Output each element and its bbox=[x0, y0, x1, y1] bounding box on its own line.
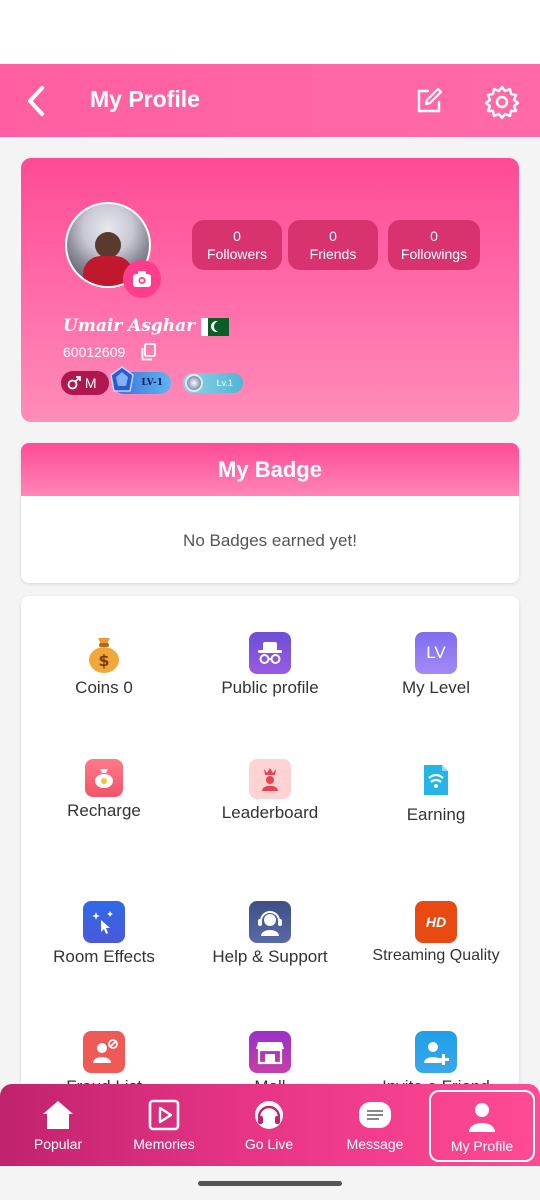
menu-item-leaderboard[interactable]: Leaderboard bbox=[187, 759, 353, 823]
battery-level: 73% bbox=[466, 22, 500, 39]
hd-icon: HD bbox=[415, 901, 457, 943]
user-level-label: LV-1 bbox=[141, 378, 163, 388]
bottom-navigation: Popular Memories Go Live Message My Prof… bbox=[0, 1084, 540, 1166]
male-symbol-icon bbox=[67, 376, 81, 390]
followers-label: Followers bbox=[207, 246, 267, 262]
fraud-list-icon bbox=[83, 1031, 125, 1073]
app-bar: My Profile bbox=[0, 64, 540, 137]
menu-label-public-profile: Public profile bbox=[221, 678, 319, 697]
nav-label-my-profile: My Profile bbox=[450, 1138, 514, 1154]
nav-label-popular: Popular bbox=[33, 1136, 83, 1152]
room-effects-icon bbox=[83, 901, 125, 943]
menu-item-earning[interactable]: Earning bbox=[353, 759, 519, 825]
menu-item-coins[interactable]: $ Coins 0 bbox=[21, 632, 187, 698]
earning-icon bbox=[415, 759, 457, 801]
edit-profile-button[interactable] bbox=[414, 86, 444, 116]
play-icon bbox=[147, 1098, 181, 1132]
copy-id-button[interactable] bbox=[141, 343, 156, 361]
camera-icon bbox=[133, 271, 151, 287]
menu-label-coins: Coins 0 bbox=[75, 678, 133, 697]
menu-item-public-profile[interactable]: Public profile bbox=[187, 632, 353, 698]
friends-stat[interactable]: 0 Friends bbox=[288, 220, 378, 270]
status-indicators: LTE 73% bbox=[432, 22, 500, 40]
menu-label-room-effects: Room Effects bbox=[53, 947, 155, 966]
nav-item-message[interactable]: Message bbox=[322, 1084, 428, 1166]
user-level-badge: LV-1 bbox=[110, 366, 171, 394]
followers-stat[interactable]: 0 Followers bbox=[192, 220, 282, 270]
profile-card: 0 Followers 0 Friends 0 Followings Umair… bbox=[21, 158, 519, 422]
nav-item-popular[interactable]: Popular bbox=[5, 1084, 111, 1166]
hd-glyph: HD bbox=[425, 914, 447, 930]
menu-item-room-effects[interactable]: Room Effects bbox=[21, 901, 187, 967]
status-bar: 8:21 LTE 73% bbox=[0, 0, 540, 64]
invite-friend-icon bbox=[415, 1031, 457, 1073]
menu-item-help-support[interactable]: Help & Support bbox=[187, 901, 353, 967]
followings-label: Followings bbox=[400, 246, 468, 262]
crown-gem-icon bbox=[110, 366, 134, 392]
settings-button[interactable] bbox=[484, 84, 520, 125]
menu-grid: $ Coins 0 Public profile LV My Level Rec… bbox=[21, 596, 519, 1116]
followers-count: 0 bbox=[233, 228, 241, 244]
chevron-left-icon bbox=[28, 86, 44, 116]
friends-label: Friends bbox=[309, 246, 357, 262]
flag-crescent bbox=[214, 321, 225, 332]
nav-item-memories[interactable]: Memories bbox=[111, 1084, 217, 1166]
live-icon bbox=[252, 1098, 286, 1132]
svg-text:$: $ bbox=[98, 651, 109, 670]
wealth-level-label: Lv.1 bbox=[216, 378, 233, 388]
leaderboard-icon bbox=[249, 759, 291, 799]
back-button[interactable] bbox=[22, 84, 52, 118]
support-icon bbox=[249, 901, 291, 943]
copy-icon bbox=[141, 343, 156, 361]
nav-label-message: Message bbox=[346, 1136, 404, 1152]
avatar-head bbox=[95, 232, 121, 258]
gender-label: M bbox=[84, 375, 97, 391]
home-icon bbox=[41, 1098, 75, 1132]
signal-label: LTE bbox=[431, 22, 462, 39]
edit-icon bbox=[417, 87, 443, 113]
level-ring-icon bbox=[185, 374, 203, 392]
page-title: My Profile bbox=[90, 86, 200, 112]
nav-label-go-live: Go Live bbox=[244, 1136, 294, 1152]
message-icon bbox=[358, 1098, 392, 1132]
status-time: 8:21 bbox=[32, 22, 66, 41]
level-icon: LV bbox=[415, 632, 457, 674]
badge-card: My Badge No Badges earned yet! bbox=[21, 443, 519, 583]
badge-title: My Badge bbox=[21, 443, 519, 496]
level-glyph: LV bbox=[426, 643, 446, 662]
change-photo-button[interactable] bbox=[123, 260, 161, 298]
nav-label-memories: Memories bbox=[133, 1136, 195, 1152]
menu-label-help-support: Help & Support bbox=[212, 947, 328, 966]
pakistan-flag-icon bbox=[201, 318, 229, 336]
menu-item-recharge[interactable]: Recharge bbox=[21, 759, 187, 821]
followings-stat[interactable]: 0 Followings bbox=[388, 220, 480, 270]
recharge-icon bbox=[85, 759, 123, 797]
wealth-level-badge: Lv.1 bbox=[183, 373, 243, 393]
menu-item-my-level[interactable]: LV My Level bbox=[353, 632, 519, 698]
friends-count: 0 bbox=[329, 228, 337, 244]
badge-empty-message: No Badges earned yet! bbox=[183, 531, 357, 550]
menu-label-recharge: Recharge bbox=[67, 801, 141, 820]
nav-item-my-profile[interactable]: My Profile bbox=[429, 1090, 535, 1162]
profile-icon bbox=[465, 1100, 499, 1134]
followings-count: 0 bbox=[430, 228, 438, 244]
money-bag-icon: $ bbox=[83, 632, 125, 674]
home-indicator[interactable] bbox=[198, 1181, 342, 1186]
gender-badge: M bbox=[61, 371, 109, 395]
user-id: 60012609 bbox=[63, 344, 126, 360]
menu-item-streaming-quality[interactable]: HD Streaming Quality bbox=[353, 901, 519, 965]
menu-label-streaming-quality: Streaming Quality bbox=[372, 947, 500, 964]
menu-label-my-level: My Level bbox=[401, 678, 471, 697]
nav-item-go-live[interactable]: Go Live bbox=[216, 1084, 322, 1166]
user-name: Umair Asghar bbox=[63, 316, 196, 336]
menu-label-leaderboard: Leaderboard bbox=[221, 803, 319, 822]
menu-label-earning: Earning bbox=[406, 805, 466, 824]
incognito-icon bbox=[249, 632, 291, 674]
gear-icon bbox=[484, 85, 520, 120]
mall-icon bbox=[249, 1031, 291, 1073]
